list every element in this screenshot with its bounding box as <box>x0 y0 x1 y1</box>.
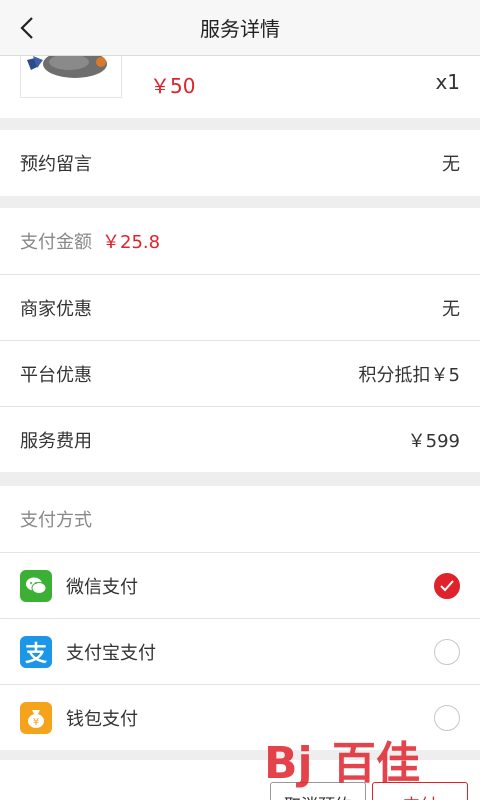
wechat-icon <box>20 569 52 602</box>
header-bar: 服务详情 <box>0 0 480 56</box>
payment-option-label: 钱包支付 <box>66 708 138 730</box>
product-quantity: x1 <box>435 70 460 94</box>
merchant-discount-row: 商家优惠 无 <box>0 274 480 340</box>
payment-method-title: 支付方式 <box>20 510 92 531</box>
message-label: 预约留言 <box>20 154 92 175</box>
back-button[interactable] <box>8 8 48 48</box>
page-title: 服务详情 <box>200 17 280 41</box>
chevron-left-icon <box>20 17 33 39</box>
platform-discount-label: 平台优惠 <box>20 364 92 386</box>
product-summary: ￥50 x1 <box>0 56 480 118</box>
platform-discount-value: 积分抵扣￥5 <box>358 364 460 386</box>
service-fee-value: ￥599 <box>407 430 460 452</box>
product-thumbnail <box>20 56 122 98</box>
svg-text:¥: ¥ <box>33 717 39 728</box>
alipay-icon: 支 <box>20 635 52 668</box>
amount-value: ￥25.8 <box>102 232 161 253</box>
payment-option-label: 微信支付 <box>66 576 138 598</box>
amount-label: 支付金额 <box>20 232 92 253</box>
payment-method-card: 支付方式 微信支付 支 支付宝支付 ¥ 钱包支付 <box>0 486 480 750</box>
platform-discount-row: 平台优惠 积分抵扣￥5 <box>0 340 480 406</box>
product-price: ￥50 <box>150 74 196 98</box>
payment-method-title-row: 支付方式 <box>0 486 480 552</box>
svg-text:百佳: 百佳 <box>332 738 420 788</box>
amount-row: 支付金额 ￥25.8 <box>0 208 480 274</box>
payment-option-alipay[interactable]: 支 支付宝支付 <box>0 618 480 684</box>
watermark-logo: Bj 百佳 <box>262 728 462 789</box>
radio-unchecked[interactable] <box>434 704 460 731</box>
message-row: 预约留言 无 <box>0 130 480 196</box>
radio-unchecked[interactable] <box>434 638 460 665</box>
radio-checked[interactable] <box>434 572 460 599</box>
checkmark-icon <box>440 579 454 591</box>
merchant-discount-value: 无 <box>442 298 460 320</box>
service-fee-label: 服务费用 <box>20 430 92 452</box>
message-value: 无 <box>442 154 460 175</box>
message-card: 预约留言 无 <box>0 130 480 196</box>
payment-option-wechat[interactable]: 微信支付 <box>0 552 480 618</box>
wallet-icon: ¥ <box>20 701 52 734</box>
svg-text:Bj: Bj <box>264 738 313 788</box>
payment-option-label: 支付宝支付 <box>66 642 156 664</box>
service-fee-row: 服务费用 ￥599 <box>0 406 480 472</box>
merchant-discount-label: 商家优惠 <box>20 298 92 320</box>
payment-summary-card: 支付金额 ￥25.8 商家优惠 无 平台优惠 积分抵扣￥5 服务费用 ￥599 <box>0 208 480 472</box>
